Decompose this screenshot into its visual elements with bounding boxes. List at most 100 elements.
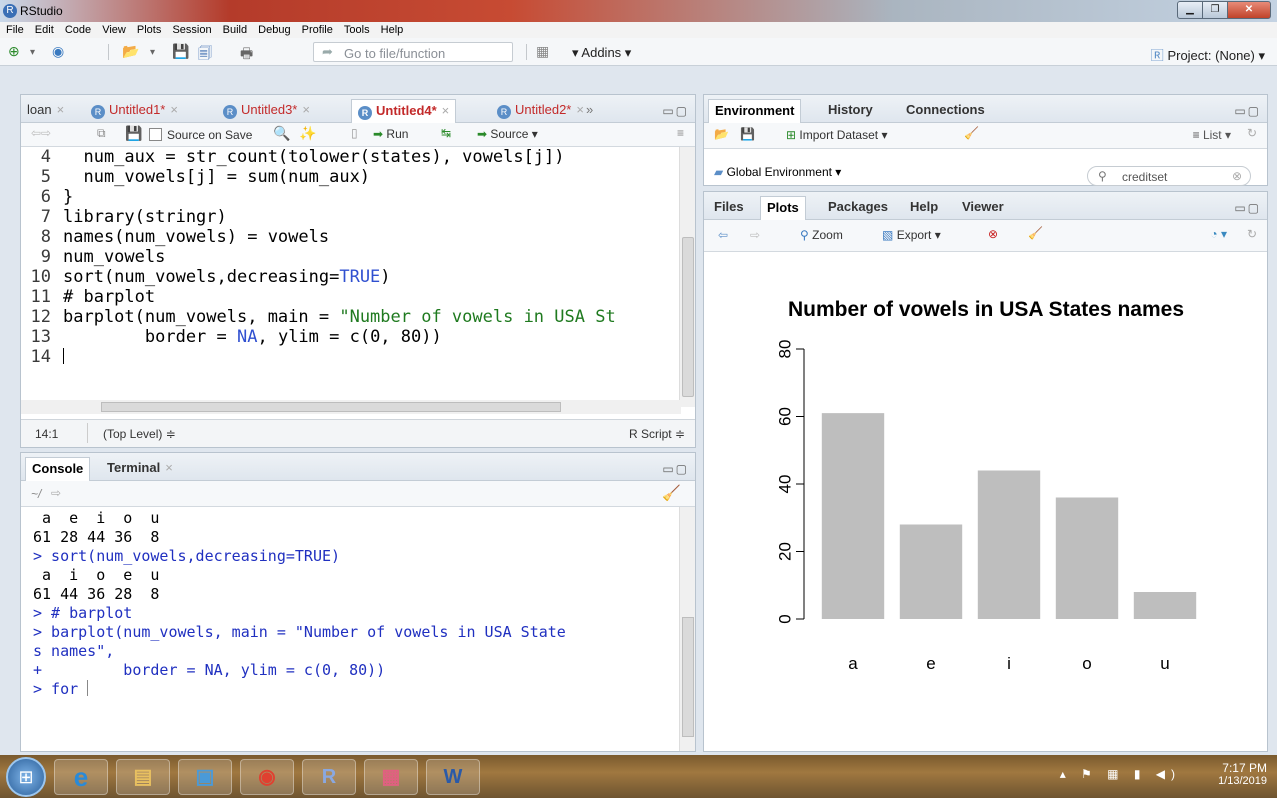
show-in-window-icon[interactable]: ⧉	[97, 126, 106, 141]
menu-file[interactable]: File	[6, 22, 24, 38]
system-clock[interactable]: 7:17 PM 1/13/2019	[1218, 761, 1267, 787]
next-plot-icon[interactable]: ⇨	[750, 228, 760, 242]
menu-code[interactable]: Code	[65, 22, 91, 38]
export-button[interactable]: ▧ Export ▾	[882, 228, 941, 242]
run-button[interactable]: ➡ Run	[373, 127, 408, 141]
close-tab-icon[interactable]: ×	[442, 103, 450, 118]
clear-plots-icon[interactable]: 🧹	[1028, 226, 1043, 240]
close-tab-icon[interactable]: ×	[302, 102, 310, 117]
clear-console-icon[interactable]: 🧹	[662, 484, 681, 502]
tab-packages[interactable]: Packages	[822, 196, 894, 220]
save-icon[interactable]: 💾	[172, 43, 189, 60]
global-environment-selector[interactable]: ▰ Global Environment ▾	[714, 165, 841, 179]
refresh-icon[interactable]: ↻	[1247, 126, 1257, 140]
document-outline-icon[interactable]: ≡	[677, 126, 684, 140]
save-all-icon[interactable]: 🗐	[198, 43, 212, 67]
menu-help[interactable]: Help	[381, 22, 404, 38]
compile-report-icon[interactable]: ▯	[351, 126, 358, 140]
menu-edit[interactable]: Edit	[35, 22, 54, 38]
source-on-save-checkbox[interactable]	[149, 128, 162, 141]
scroll-thumb[interactable]	[682, 617, 694, 737]
console-input-line[interactable]: > for	[33, 680, 89, 699]
editor-vertical-scrollbar[interactable]	[679, 147, 695, 407]
tab-files[interactable]: Files	[708, 196, 750, 220]
project-menu[interactable]: 🅁 Project: (None) ▾	[1151, 45, 1265, 64]
open-file-icon[interactable]: 📂	[122, 43, 139, 60]
maximize-button[interactable]: ❐	[1202, 1, 1228, 19]
close-tab-icon[interactable]: ×	[576, 102, 584, 117]
pane-minmax-controls[interactable]: ▭▢	[1234, 201, 1261, 215]
scope-selector[interactable]: (Top Level) ≑	[103, 427, 176, 441]
console-output[interactable]: a e i o u 61 28 44 36 8 > sort(num_vowel…	[21, 507, 681, 751]
source-button[interactable]: ➡ Source ▾	[477, 127, 538, 141]
r-gui-icon[interactable]: R	[302, 759, 356, 795]
environment-search-input[interactable]: ⚲ creditset ⊗	[1087, 166, 1251, 186]
tab-viewer[interactable]: Viewer	[956, 196, 1010, 220]
open-recent-dropdown-icon[interactable]: ▾	[150, 47, 155, 58]
menu-build[interactable]: Build	[223, 22, 247, 38]
rerun-icon[interactable]: ↹	[441, 126, 451, 140]
file-type-selector[interactable]: R Script ≑	[629, 427, 685, 441]
winrar-icon[interactable]: ▦	[364, 759, 418, 795]
pane-layout-icon[interactable]: ▦	[536, 43, 549, 60]
clear-workspace-icon[interactable]: 🧹	[964, 126, 979, 140]
internet-explorer-icon[interactable]: e	[54, 759, 108, 795]
menu-view[interactable]: View	[102, 22, 126, 38]
load-workspace-icon[interactable]: 📂	[714, 127, 729, 141]
pane-minmax-controls[interactable]: ▭▢	[662, 104, 689, 118]
close-tab-icon[interactable]: ×	[170, 102, 178, 117]
menu-tools[interactable]: Tools	[344, 22, 370, 38]
close-tab-icon[interactable]: ×	[57, 102, 65, 117]
word-icon[interactable]: W	[426, 759, 480, 795]
remove-plot-icon[interactable]: ⊗	[988, 227, 998, 241]
import-dataset-button[interactable]: ⊞ Import Dataset ▾	[786, 128, 887, 142]
tab-connections[interactable]: Connections	[900, 99, 991, 123]
search-icon[interactable]: 🔍	[273, 125, 290, 142]
publish-icon[interactable]: ◔ ▾	[1210, 227, 1227, 241]
chrome-icon[interactable]: ◉	[240, 759, 294, 795]
addins-menu[interactable]: ▾ Addins ▾	[572, 45, 631, 61]
zoom-button[interactable]: ⚲ Zoom	[800, 228, 843, 242]
code-editor[interactable]: 4 num_aux = str_count(tolower(states), v…	[21, 147, 681, 395]
system-tray-icons[interactable]: ▴ ⚑ ▦ ▮ ◀)	[1060, 767, 1181, 781]
pane-minmax-controls[interactable]: ▭▢	[662, 462, 689, 476]
file-explorer-icon[interactable]: ▤	[116, 759, 170, 795]
tab-untitled1[interactable]: R Untitled1* ×	[85, 99, 184, 123]
print-icon[interactable]: 🖶	[240, 43, 253, 67]
close-button[interactable]: ✕	[1227, 1, 1271, 19]
tab-untitled3[interactable]: R Untitled3* ×	[217, 99, 316, 123]
tab-terminal[interactable]: Terminal ×	[101, 457, 179, 481]
new-file-icon[interactable]: ⊕	[8, 43, 20, 60]
start-button[interactable]: ⊞	[6, 757, 46, 797]
code-tools-icon[interactable]: ✨	[299, 125, 316, 142]
save-file-icon[interactable]: 💾	[125, 125, 142, 142]
menu-plots[interactable]: Plots	[137, 22, 161, 38]
new-file-dropdown-icon[interactable]: ▾	[30, 47, 35, 58]
console-vertical-scrollbar[interactable]	[679, 507, 695, 751]
save-workspace-icon[interactable]: 💾	[740, 127, 755, 141]
pane-minmax-controls[interactable]: ▭▢	[1234, 104, 1261, 118]
scroll-thumb[interactable]	[682, 237, 694, 397]
tab-loan[interactable]: loan ×	[21, 99, 70, 123]
menu-session[interactable]: Session	[172, 22, 211, 38]
editor-horizontal-scrollbar[interactable]	[21, 400, 681, 414]
view-mode-menu[interactable]: ≡ List ▾	[1193, 128, 1231, 142]
back-forward-icon[interactable]: ⇦⇨	[31, 126, 51, 140]
outlook-icon[interactable]: ▣	[178, 759, 232, 795]
minimize-button[interactable]: ▁	[1177, 1, 1203, 19]
tab-help[interactable]: Help	[904, 196, 944, 220]
go-to-directory-icon[interactable]: ⇨	[51, 486, 61, 500]
tab-plots[interactable]: Plots	[760, 196, 806, 220]
scroll-thumb[interactable]	[101, 402, 561, 412]
tab-environment[interactable]: Environment	[708, 99, 802, 123]
previous-plot-icon[interactable]: ⇦	[718, 228, 728, 242]
close-tab-icon[interactable]: ×	[165, 460, 173, 475]
tab-untitled2[interactable]: R Untitled2* ×»	[491, 99, 599, 123]
tab-history[interactable]: History	[822, 99, 879, 123]
menu-debug[interactable]: Debug	[258, 22, 290, 38]
tab-console[interactable]: Console	[25, 457, 91, 481]
clear-search-icon[interactable]: ⊗	[1232, 169, 1242, 183]
new-project-icon[interactable]: ◉	[52, 43, 64, 60]
menu-profile[interactable]: Profile	[302, 22, 333, 38]
go-to-file-input[interactable]: ➦ Go to file/function	[313, 42, 513, 62]
